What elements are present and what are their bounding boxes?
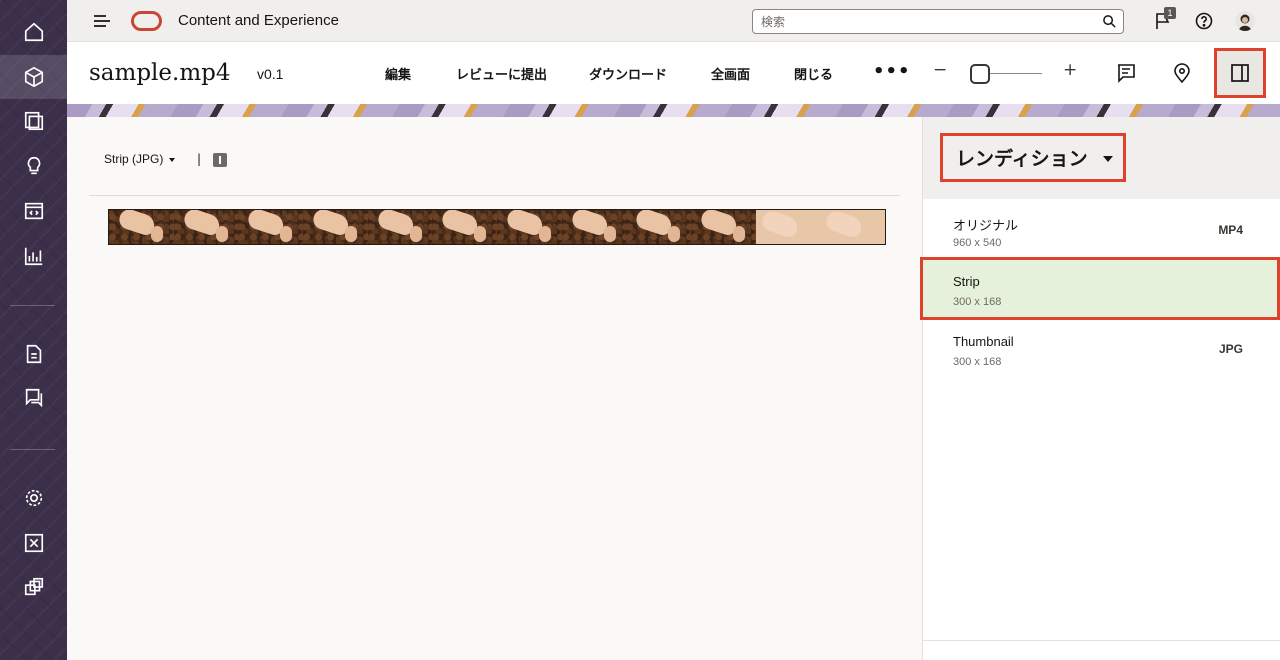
close-button[interactable]: 閉じる: [794, 64, 833, 83]
panel-header: レンディション: [923, 117, 1280, 199]
integrations-icon: [24, 533, 43, 553]
help-button[interactable]: [1193, 10, 1215, 32]
version-label[interactable]: v0.1: [257, 66, 283, 82]
viewer-area: Strip (JPG) |: [67, 117, 922, 660]
comments-button[interactable]: [1115, 62, 1137, 84]
filmstrip-frame: [497, 210, 562, 244]
separator: |: [197, 152, 202, 166]
comment-icon: [1118, 64, 1135, 83]
assets-cube-icon: [24, 66, 43, 88]
hamburger-icon[interactable]: [93, 13, 111, 29]
nav-conversations[interactable]: [0, 376, 67, 420]
nav-ideas[interactable]: [0, 144, 67, 188]
rendition-format: MP4: [1218, 223, 1243, 237]
decorative-banner: [67, 104, 1280, 117]
chevron-down-icon: [169, 157, 176, 162]
search-input[interactable]: [753, 10, 1083, 33]
analytics-icon: [24, 247, 42, 266]
toggle-side-panel-button[interactable]: [1214, 48, 1266, 98]
home-icon: [24, 22, 43, 42]
nav-integrations[interactable]: [0, 521, 67, 565]
notifications-button[interactable]: 1: [1152, 7, 1176, 32]
location-pin-icon: [1174, 63, 1190, 83]
filmstrip-frame: [238, 210, 304, 244]
panel-view-dropdown[interactable]: レンディション: [940, 133, 1126, 182]
page-title: sample.mp4: [89, 60, 231, 86]
filmstrip-frame: [755, 210, 821, 244]
filmstrip-frame: [367, 210, 433, 244]
rendition-select[interactable]: Strip (JPG): [104, 152, 176, 166]
nav-documents[interactable]: [0, 332, 67, 376]
nav-rail: [0, 0, 67, 660]
side-panel-icon: [1231, 64, 1249, 82]
avatar[interactable]: [1235, 11, 1255, 31]
divider: [89, 195, 900, 196]
nav-settings[interactable]: [0, 476, 67, 520]
filmstrip-frame: [820, 210, 886, 244]
nav-home[interactable]: [0, 10, 67, 54]
fullscreen-button[interactable]: 全画面: [711, 64, 750, 83]
zoom-slider-handle[interactable]: [970, 64, 990, 84]
rendition-name: オリジナル: [953, 218, 1019, 233]
search-field[interactable]: [752, 9, 1124, 34]
nav-separator: [10, 305, 55, 306]
panel-title: レンディション: [956, 148, 1088, 170]
nav-separator: [10, 449, 55, 450]
conversations-icon: [25, 388, 42, 408]
nav-content-types[interactable]: [0, 565, 67, 609]
help-icon: [1195, 12, 1213, 30]
filmstrip-frame: [432, 210, 498, 244]
oracle-logo[interactable]: [131, 11, 162, 31]
user-photo: [1235, 11, 1255, 31]
rendition-item[interactable]: オリジナル 960 x 540 MP4: [923, 201, 1280, 261]
rendition-name: Thumbnail: [953, 334, 1014, 349]
zoom-out-button[interactable]: −: [933, 60, 947, 80]
more-actions-button[interactable]: •••: [873, 61, 911, 82]
collections-icon: [24, 111, 43, 131]
filmstrip-frame: [561, 210, 627, 244]
zoom-in-button[interactable]: +: [1063, 60, 1077, 80]
edit-button[interactable]: 編集: [385, 64, 411, 83]
nav-collections[interactable]: [0, 99, 67, 143]
filmstrip-frame: [303, 210, 368, 244]
submit-review-button[interactable]: レビューに提出: [456, 64, 547, 83]
nav-sites[interactable]: [0, 189, 67, 233]
selection-highlight: [920, 257, 1280, 320]
notification-badge: 1: [1164, 7, 1176, 19]
nav-assets[interactable]: [0, 55, 67, 99]
top-bar: Content and Experience 1: [67, 0, 1280, 42]
rendition-item[interactable]: Thumbnail 300 x 168 JPG: [923, 320, 1280, 380]
sites-icon: [24, 202, 43, 220]
rendition-format: JPG: [1218, 342, 1243, 356]
documents-icon: [26, 344, 41, 364]
filmstrip-image: [108, 209, 886, 245]
settings-gear-icon: [25, 489, 42, 507]
panel-footer-divider: [923, 640, 1280, 641]
app-title: Content and Experience: [178, 12, 339, 29]
asset-header: sample.mp4 v0.1 編集 レビューに提出 ダウンロード 全画面 閉じ…: [67, 42, 1280, 104]
filmstrip-frame: [109, 210, 174, 244]
ideas-lightbulb-icon: [27, 156, 40, 175]
content-types-icon: [24, 577, 43, 596]
rendition-select-label: Strip (JPG): [104, 152, 164, 166]
filmstrip-frame: [626, 210, 692, 244]
nav-analytics[interactable]: [0, 234, 67, 278]
rendition-size: 300 x 168: [953, 356, 1002, 368]
chevron-down-icon: [1103, 156, 1113, 162]
rendition-size: 960 x 540: [953, 237, 1002, 249]
download-button[interactable]: ダウンロード: [589, 64, 667, 83]
filmstrip-frame: [691, 210, 756, 244]
info-icon[interactable]: [213, 153, 227, 167]
search-icon[interactable]: [1102, 14, 1117, 29]
location-button[interactable]: [1171, 62, 1193, 84]
renditions-panel: レンディション オリジナル 960 x 540 MP4 Strip 300 x …: [920, 117, 1280, 660]
filmstrip-frame: [173, 210, 239, 244]
